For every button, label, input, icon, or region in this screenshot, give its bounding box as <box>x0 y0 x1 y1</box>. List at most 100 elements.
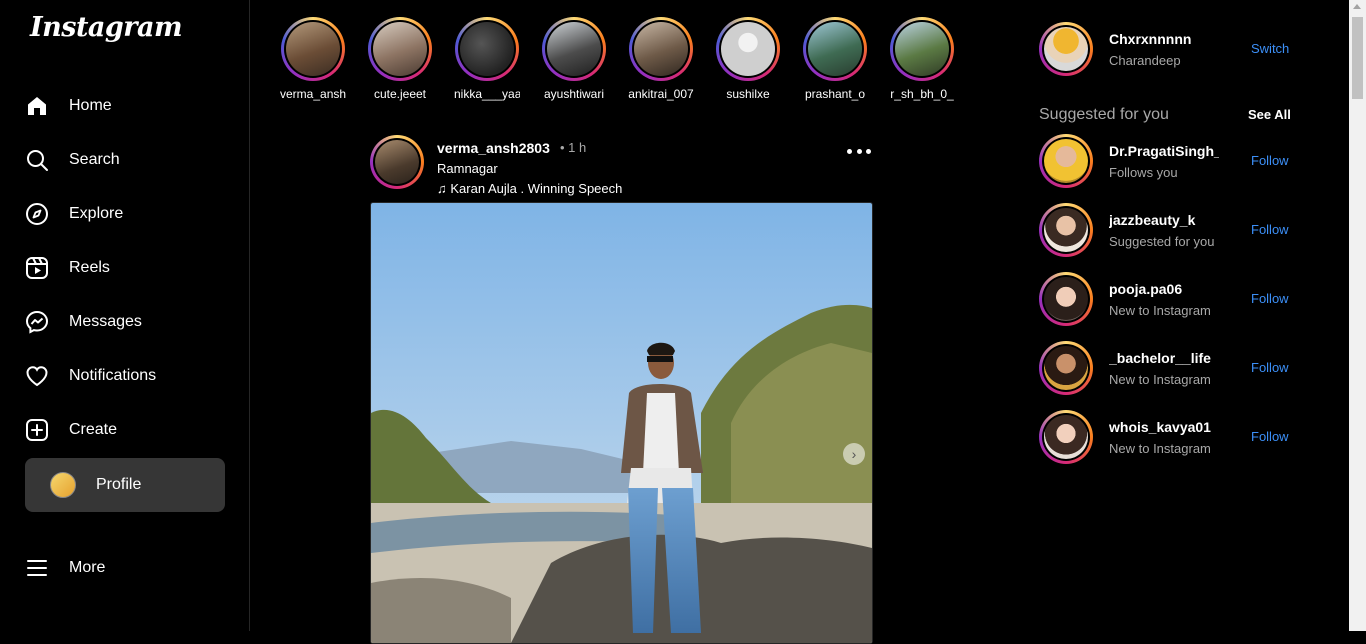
nav-profile[interactable]: Profile <box>25 458 225 512</box>
suggestion-username[interactable]: whois_kavya01 <box>1109 419 1219 435</box>
nav-messages-label: Messages <box>69 313 142 330</box>
post-location[interactable]: Ramnagar <box>437 161 498 176</box>
suggestion-item: pooja.pa06 New to Instagram Follow <box>1039 272 1299 328</box>
nav-home[interactable]: Home <box>25 84 225 128</box>
menu-icon <box>25 556 49 580</box>
reels-icon <box>25 256 49 280</box>
page-scrollbar[interactable] <box>1349 0 1366 631</box>
home-icon <box>25 94 49 118</box>
post-header: verma_ansh2803 • 1 h Ramnagar ♫ Karan Au… <box>370 135 871 202</box>
nav-messages[interactable]: Messages <box>25 300 225 344</box>
story-item[interactable]: prashant_o <box>799 17 871 101</box>
suggestion-item: jazzbeauty_k Suggested for you Follow <box>1039 203 1299 259</box>
suggestion-sub: New to Instagram <box>1109 303 1211 318</box>
suggestion-username[interactable]: pooja.pa06 <box>1109 281 1219 297</box>
suggestion-avatar-image <box>1044 139 1088 183</box>
heart-icon <box>25 364 49 388</box>
feed-post: verma_ansh2803 • 1 h Ramnagar ♫ Karan Au… <box>370 135 873 644</box>
story-avatar <box>286 22 340 76</box>
story-avatar <box>373 22 427 76</box>
post-avatar[interactable] <box>370 135 424 189</box>
suggestion-avatar-image <box>1044 346 1088 390</box>
avatar <box>50 472 76 498</box>
nav-explore[interactable]: Explore <box>25 192 225 236</box>
sidebar: Instagram Home Search Explore Reels Mess… <box>0 0 250 631</box>
story-item[interactable]: cute.jeeet <box>364 17 436 101</box>
nav-create[interactable]: Create <box>25 408 225 452</box>
next-image-button[interactable]: › <box>843 443 865 465</box>
nav-search[interactable]: Search <box>25 138 225 182</box>
suggestion-username[interactable]: Dr.PragatiSingh_ <box>1109 143 1219 159</box>
account-username[interactable]: Chxrxnnnnn <box>1109 31 1219 47</box>
story-item[interactable]: ankitrai_007 <box>625 17 697 101</box>
follow-button[interactable]: Follow <box>1251 429 1289 444</box>
see-all-link[interactable]: See All <box>1248 107 1291 122</box>
story-name: prashant_o <box>804 87 866 101</box>
story-item[interactable]: ayushtiwari <box>538 17 610 101</box>
post-avatar-image <box>375 140 419 184</box>
story-avatar <box>460 22 514 76</box>
nav-more[interactable]: More <box>25 546 225 590</box>
scroll-up-icon[interactable] <box>1353 4 1361 9</box>
avatar[interactable] <box>1039 134 1093 188</box>
avatar[interactable] <box>1039 272 1093 326</box>
avatar[interactable] <box>1039 410 1093 464</box>
compass-icon <box>25 202 49 226</box>
switch-account-link[interactable]: Switch <box>1251 41 1289 56</box>
suggestion-avatar-image <box>1044 415 1088 459</box>
story-avatar <box>721 22 775 76</box>
post-username[interactable]: verma_ansh2803 <box>437 140 550 156</box>
follow-button[interactable]: Follow <box>1251 153 1289 168</box>
follow-button[interactable]: Follow <box>1251 291 1289 306</box>
suggestion-avatar-image <box>1044 277 1088 321</box>
story-avatar <box>808 22 862 76</box>
story-item[interactable]: nikka___yaar <box>451 17 523 101</box>
suggestion-item: _bachelor__life New to Instagram Follow <box>1039 341 1299 397</box>
post-audio[interactable]: ♫ Karan Aujla . Winning Speech <box>437 181 622 196</box>
story-avatar <box>547 22 601 76</box>
search-icon <box>25 148 49 172</box>
nav-profile-label: Profile <box>96 476 142 493</box>
post-image[interactable]: › <box>370 202 873 644</box>
messenger-icon <box>25 310 49 334</box>
suggestion-sub: Follows you <box>1109 165 1178 180</box>
nav-reels[interactable]: Reels <box>25 246 225 290</box>
avatar[interactable] <box>1039 203 1093 257</box>
follow-button[interactable]: Follow <box>1251 360 1289 375</box>
story-name: r_sh_bh_0_ <box>890 87 954 101</box>
story-name: ayushtiwari <box>543 87 605 101</box>
current-account: Chxrxnnnnn Charandeep Switch <box>1039 22 1299 78</box>
avatar[interactable] <box>1039 22 1093 76</box>
story-name: cute.jeeet <box>373 87 427 101</box>
suggestion-item: whois_kavya01 New to Instagram Follow <box>1039 410 1299 466</box>
instagram-logo[interactable]: Instagram <box>30 12 183 43</box>
story-name: ankitrai_007 <box>628 87 694 101</box>
nav-reels-label: Reels <box>69 259 110 276</box>
nav-create-label: Create <box>69 421 118 438</box>
stories-tray: verma_ansh2803 cute.jeeet nikka___yaar a… <box>277 17 977 109</box>
story-avatar <box>895 22 949 76</box>
suggestions-title: Suggested for you <box>1039 106 1169 123</box>
story-name: sushilxe <box>726 87 770 101</box>
story-item[interactable]: sushilxe <box>712 17 784 101</box>
nav-home-label: Home <box>69 97 112 114</box>
nav-notifications-label: Notifications <box>69 367 157 384</box>
nav-notifications[interactable]: Notifications <box>25 354 225 398</box>
post-photo <box>371 203 872 643</box>
story-avatar <box>634 22 688 76</box>
post-time: • 1 h <box>560 140 587 155</box>
suggestion-sub: New to Instagram <box>1109 372 1211 387</box>
more-options-icon[interactable] <box>847 143 871 159</box>
story-item[interactable]: r_sh_bh_0_ <box>886 17 958 101</box>
nav-more-label: More <box>69 559 106 576</box>
follow-button[interactable]: Follow <box>1251 222 1289 237</box>
nav-search-label: Search <box>69 151 120 168</box>
nav-explore-label: Explore <box>69 205 124 222</box>
suggestion-username[interactable]: _bachelor__life <box>1109 350 1219 366</box>
avatar[interactable] <box>1039 341 1093 395</box>
suggestion-username[interactable]: jazzbeauty_k <box>1109 212 1219 228</box>
scrollbar-thumb[interactable] <box>1352 17 1363 99</box>
suggestion-item: Dr.PragatiSingh_ Follows you Follow <box>1039 134 1299 190</box>
story-name: nikka___yaar <box>454 87 520 101</box>
story-item[interactable]: verma_ansh2803 <box>277 17 349 101</box>
